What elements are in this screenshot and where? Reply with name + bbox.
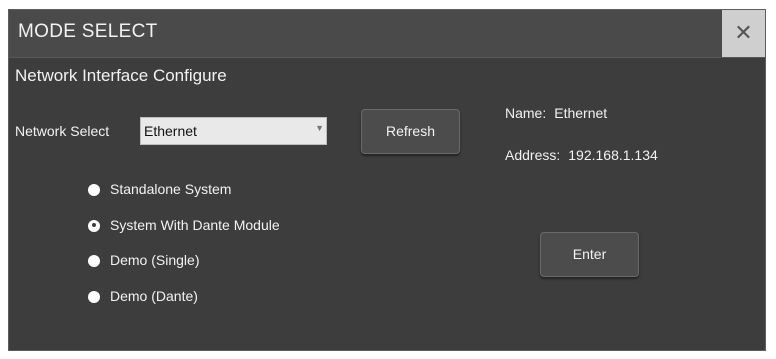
section-title: Network Interface Configure	[15, 66, 227, 85]
radio-button-icon[interactable]	[88, 290, 100, 303]
radio-button-icon[interactable]	[88, 255, 100, 267]
radio-label: Standalone System	[110, 181, 232, 197]
radio-button-checked-icon[interactable]	[88, 219, 100, 232]
address-label: Address:	[505, 147, 561, 163]
enter-button[interactable]: Enter	[540, 232, 639, 277]
title-bar: MODE SELECT ✕	[9, 10, 765, 58]
name-label: Name:	[505, 105, 547, 121]
radio-label: System With Dante Module	[110, 216, 280, 233]
window-title: MODE SELECT	[18, 21, 158, 42]
refresh-button[interactable]: Refresh	[361, 109, 460, 154]
network-select-value: Ethernet	[144, 123, 197, 139]
network-select-label: Network Select	[15, 123, 110, 139]
interface-address-info: Address: 192.168.1.134	[505, 147, 658, 163]
network-select-dropdown[interactable]: Ethernet ▼	[140, 117, 327, 145]
mode-select-window: MODE SELECT ✕ Network Interface Configur…	[8, 9, 766, 351]
interface-name-info: Name: Ethernet	[505, 105, 607, 121]
radio-label: Demo (Dante)	[110, 287, 198, 304]
name-value: Ethernet	[554, 105, 608, 121]
dropdown-arrow-icon: ▼	[315, 123, 324, 133]
close-icon: ✕	[734, 20, 753, 45]
address-value: 192.168.1.134	[568, 147, 658, 163]
radio-label: Demo (Single)	[110, 252, 200, 268]
close-button[interactable]: ✕	[722, 10, 765, 57]
radio-button-icon[interactable]	[88, 184, 100, 196]
